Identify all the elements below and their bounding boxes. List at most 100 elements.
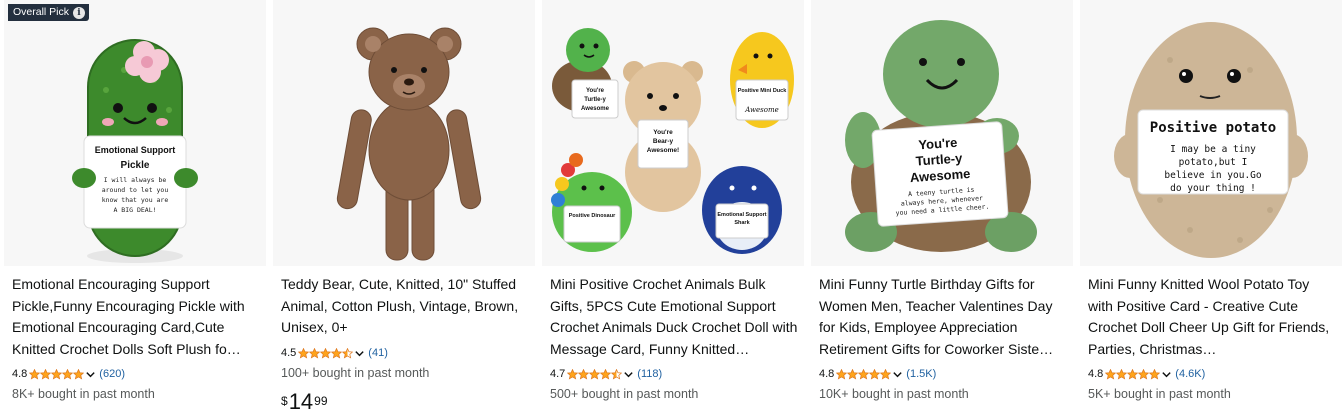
review-count-link[interactable]: (41)	[368, 347, 388, 359]
star-full-icon	[869, 368, 881, 380]
product-image[interactable]: You're Turtle-y Awesome You're Bear-y Aw…	[542, 0, 804, 266]
review-count-link[interactable]: (1.5K)	[906, 368, 936, 380]
svg-text:I may be a tiny: I may be a tiny	[1170, 144, 1256, 155]
rating-value: 4.8	[819, 368, 835, 380]
review-count-link[interactable]: (620)	[99, 368, 125, 380]
star-full-icon	[589, 368, 601, 380]
star-full-icon	[1149, 368, 1161, 380]
svg-text:Shark: Shark	[734, 220, 750, 226]
price: $ 14 99	[281, 390, 328, 412]
svg-text:You're: You're	[653, 129, 673, 136]
product-title[interactable]: Emotional Encouraging Support Pickle,Fun…	[12, 274, 260, 360]
star-full-icon	[1116, 368, 1128, 380]
star-full-icon	[858, 368, 870, 380]
product-card[interactable]: Positive potato I may be a tiny potato,b…	[1080, 0, 1342, 412]
svg-text:Pickle: Pickle	[121, 160, 150, 171]
bought-count: 5K+ bought in past month	[1088, 387, 1231, 401]
price-whole: 14	[288, 389, 314, 412]
star-half-icon	[611, 368, 623, 380]
rating-value: 4.8	[1088, 368, 1104, 380]
product-image[interactable]	[273, 0, 535, 266]
star-full-icon	[73, 368, 85, 380]
badge-label: Overall Pick	[13, 6, 70, 18]
star-full-icon	[298, 347, 310, 359]
svg-text:do your thing !: do your thing !	[1170, 183, 1256, 194]
product-image[interactable]: You're Turtle-y Awesome A teeny turtle i…	[811, 0, 1073, 266]
star-full-icon	[29, 368, 41, 380]
review-count-link[interactable]: (118)	[637, 368, 662, 380]
rating-row[interactable]: 4.8 (1.5K)	[819, 366, 936, 382]
svg-text:You're: You're	[586, 88, 605, 94]
star-rating[interactable]	[836, 368, 892, 380]
svg-text:Positive potato: Positive potato	[1150, 120, 1276, 136]
turtle-plush-image: You're Turtle-y Awesome A teeny turtle i…	[845, 20, 1037, 252]
svg-text:Positive Mini Duck: Positive Mini Duck	[738, 88, 788, 94]
product-card[interactable]: Teddy Bear, Cute, Knitted, 10" Stuffed A…	[273, 0, 535, 412]
rating-value: 4.7	[550, 368, 566, 380]
svg-text:know that you are: know that you are	[102, 196, 169, 204]
product-image[interactable]: Positive potato I may be a tiny potato,b…	[1080, 0, 1342, 266]
product-title[interactable]: Mini Funny Knitted Wool Potato Toy with …	[1088, 274, 1336, 360]
svg-text:Emotional Support: Emotional Support	[95, 145, 176, 155]
svg-text:Awesome!: Awesome!	[647, 147, 679, 154]
svg-text:Positive Dinosaur: Positive Dinosaur	[569, 213, 616, 219]
potato-plush-image: Positive potato I may be a tiny potato,b…	[1114, 22, 1308, 258]
info-icon[interactable]: i	[73, 6, 86, 19]
star-rating[interactable]	[1105, 368, 1161, 380]
star-full-icon	[51, 368, 63, 380]
rating-row[interactable]: 4.8 (4.6K)	[1088, 366, 1205, 382]
pickle-plush-image: Emotional Support Pickle I will always b…	[72, 39, 198, 263]
chevron-down-icon[interactable]	[623, 369, 634, 380]
review-count-link[interactable]: (4.6K)	[1175, 368, 1205, 380]
product-card[interactable]: Overall Pick i Emotional Support Pickle …	[4, 0, 266, 412]
star-rating[interactable]	[298, 347, 354, 359]
rating-value: 4.8	[12, 368, 28, 380]
star-full-icon	[1127, 368, 1139, 380]
rating-row[interactable]: 4.8 (620)	[12, 366, 125, 382]
star-half-icon	[342, 347, 354, 359]
product-title[interactable]: Mini Funny Turtle Birthday Gifts for Wom…	[819, 274, 1067, 360]
star-full-icon	[62, 368, 74, 380]
svg-text:I will always be: I will always be	[104, 176, 167, 184]
chevron-down-icon[interactable]	[892, 369, 903, 380]
price-fraction: 99	[314, 394, 328, 408]
svg-text:believe in you.Go: believe in you.Go	[1164, 170, 1262, 181]
product-image[interactable]: Emotional Support Pickle I will always b…	[4, 0, 266, 266]
rating-row[interactable]: 4.5 (41)	[281, 345, 388, 361]
product-title[interactable]: Mini Positive Crochet Animals Bulk Gifts…	[550, 274, 798, 360]
star-full-icon	[567, 368, 579, 380]
bought-count: 500+ bought in past month	[550, 387, 699, 401]
star-full-icon	[847, 368, 859, 380]
star-full-icon	[1138, 368, 1150, 380]
svg-text:potato,but I: potato,but I	[1179, 157, 1248, 168]
star-rating[interactable]	[567, 368, 623, 380]
bought-count: 10K+ bought in past month	[819, 387, 969, 401]
chevron-down-icon[interactable]	[1161, 369, 1172, 380]
star-full-icon	[40, 368, 52, 380]
star-full-icon	[836, 368, 848, 380]
product-card[interactable]: You're Turtle-y Awesome You're Bear-y Aw…	[542, 0, 804, 412]
star-full-icon	[1105, 368, 1117, 380]
svg-text:Awesome: Awesome	[744, 106, 778, 114]
product-card[interactable]: You're Turtle-y Awesome A teeny turtle i…	[811, 0, 1073, 412]
star-full-icon	[880, 368, 892, 380]
crochet-animal-set-image: You're Turtle-y Awesome You're Bear-y Aw…	[551, 28, 794, 254]
star-full-icon	[309, 347, 321, 359]
star-full-icon	[331, 347, 343, 359]
chevron-down-icon[interactable]	[85, 369, 96, 380]
svg-text:You're: You're	[918, 135, 958, 153]
teddy-bear-image	[336, 27, 482, 261]
svg-text:Bear-y: Bear-y	[653, 138, 674, 145]
star-full-icon	[600, 368, 612, 380]
product-title[interactable]: Teddy Bear, Cute, Knitted, 10" Stuffed A…	[281, 274, 529, 339]
rating-row[interactable]: 4.7 (118)	[550, 366, 662, 382]
overall-pick-badge[interactable]: Overall Pick i	[8, 4, 90, 21]
product-grid: Overall Pick i Emotional Support Pickle …	[0, 0, 1343, 412]
svg-text:Emotional Support: Emotional Support	[717, 212, 766, 218]
chevron-down-icon[interactable]	[354, 348, 365, 359]
star-rating[interactable]	[29, 368, 85, 380]
svg-text:Turtle-y: Turtle-y	[584, 97, 606, 103]
star-full-icon	[578, 368, 590, 380]
svg-text:around to let you: around to let you	[102, 186, 169, 194]
svg-text:Awesome: Awesome	[581, 106, 610, 112]
